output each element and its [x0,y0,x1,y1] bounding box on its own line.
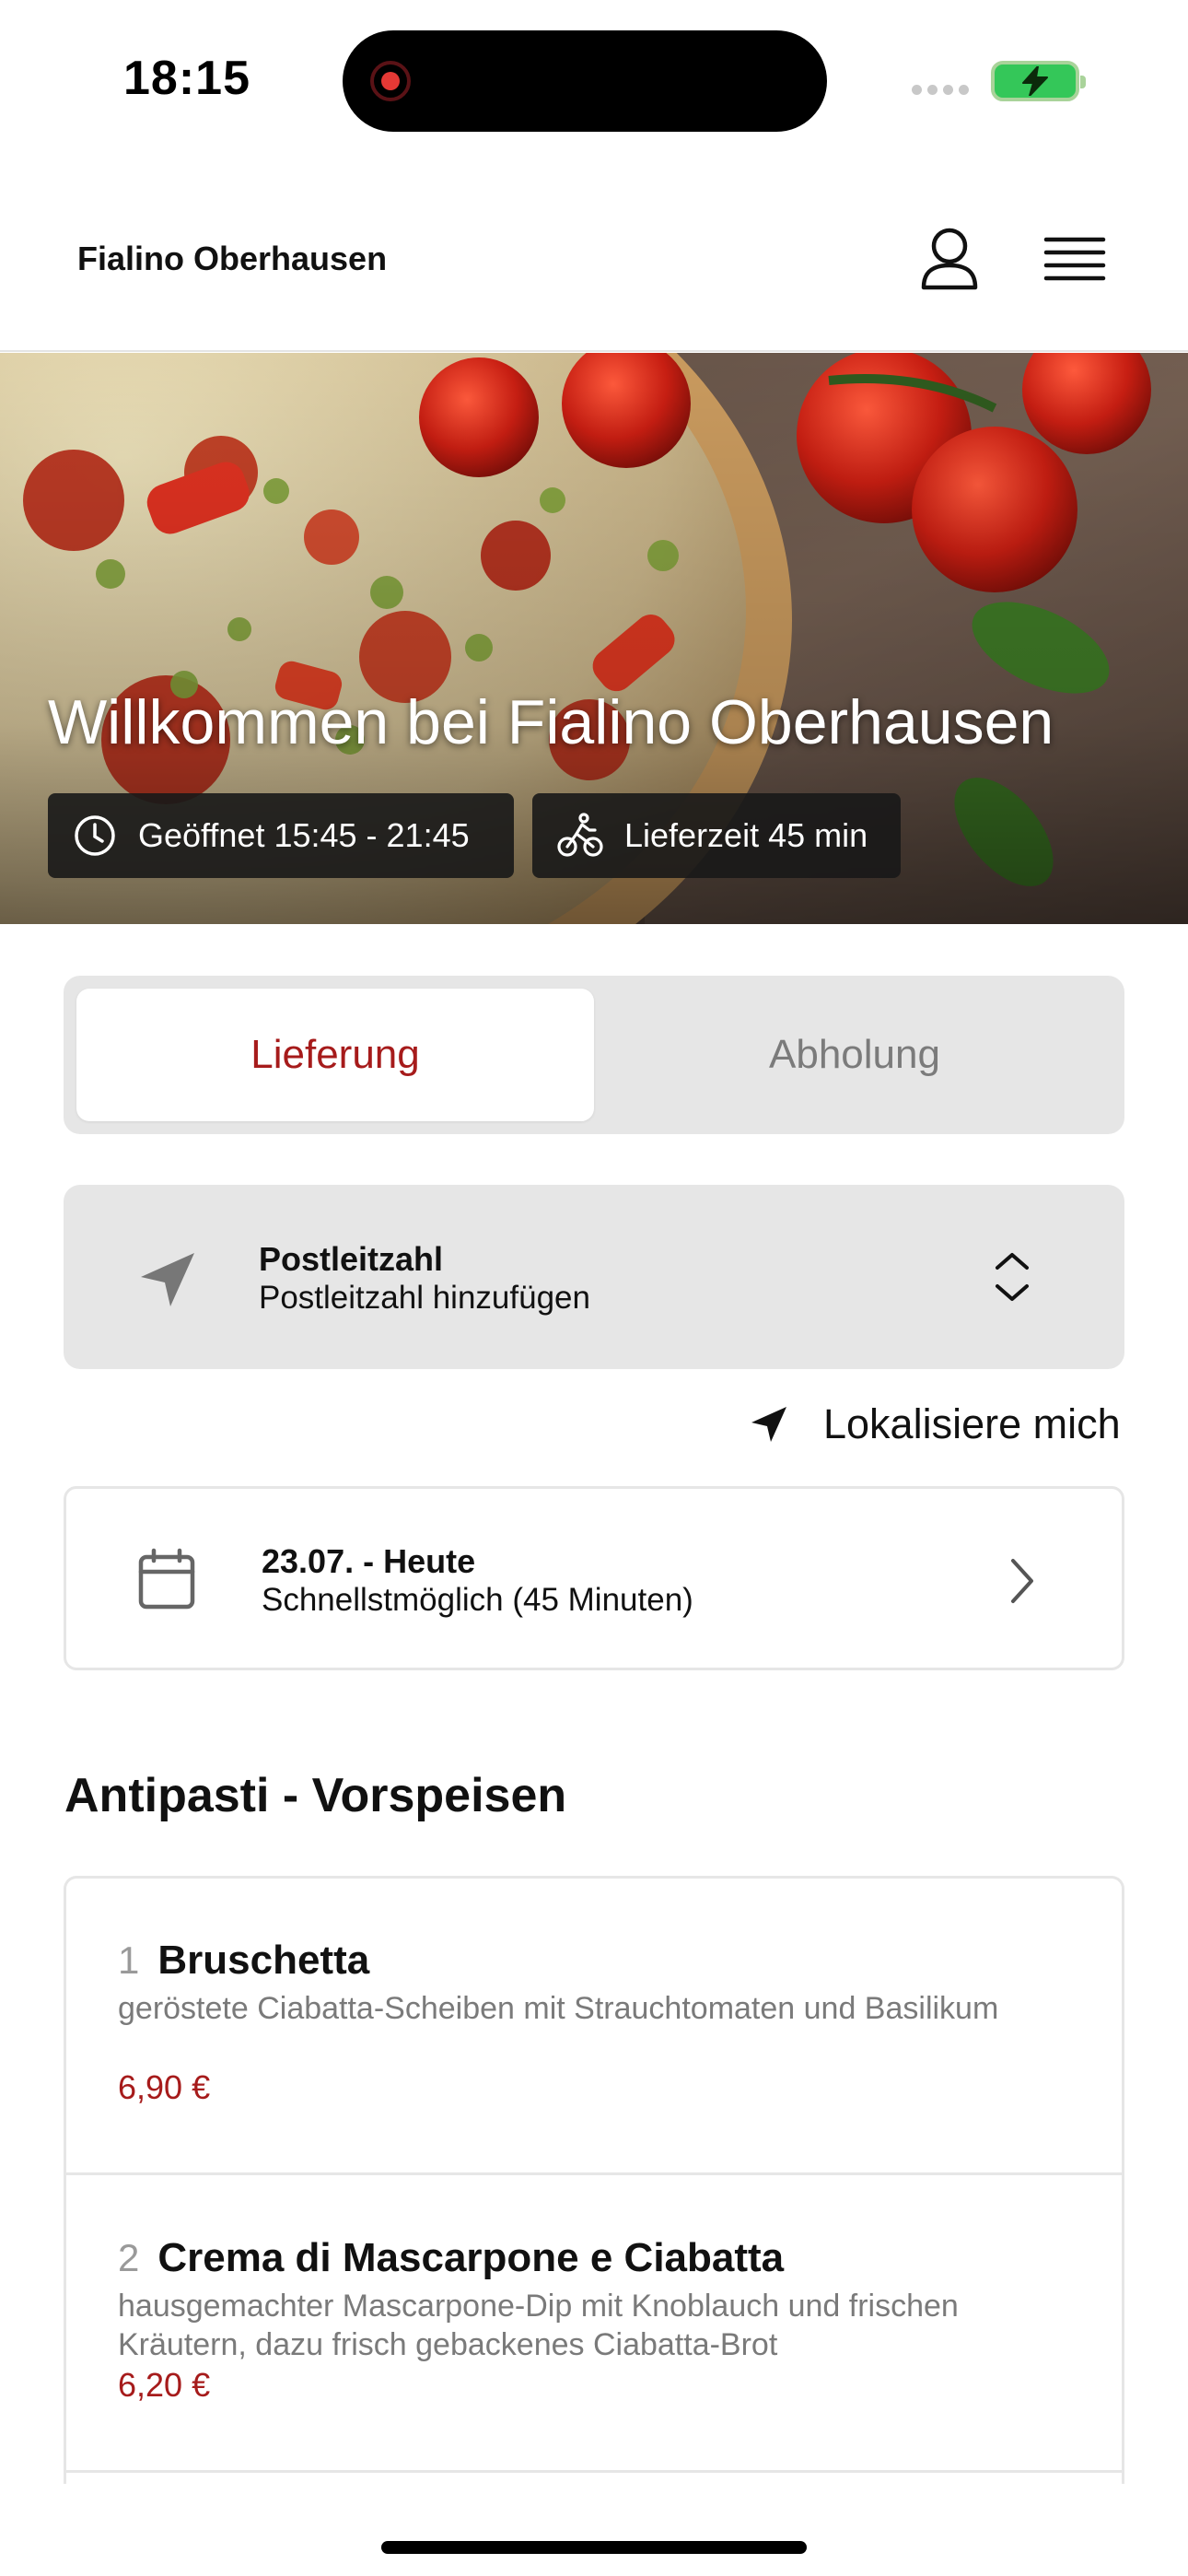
tab-pickup[interactable]: Abholung [596,989,1113,1121]
clock-icon [75,815,115,856]
delivery-date-label: 23.07. - Heute [262,1542,476,1580]
product-number: 2 [118,2236,140,2279]
delivery-time-text: Lieferzeit 45 min [624,816,868,854]
product-list: 1 Bruschetta geröstete Ciabatta-Scheiben… [64,1876,1124,2484]
status-time: 18:15 [123,52,250,105]
recording-indicator-icon [370,61,411,101]
product-item[interactable]: 1 Bruschetta geröstete Ciabatta-Scheiben… [66,1879,1122,2175]
restaurant-name[interactable]: Fialino Oberhausen [77,240,387,278]
category-heading: Antipasti - Vorspeisen [64,1769,567,1822]
product-header: 2 Crema di Mascarpone e Ciabatta [118,2235,784,2281]
hero-banner: Willkommen bei Fialino Oberhausen Geöffn… [0,353,1188,924]
delivery-mode-toggle: Lieferung Abholung [64,976,1124,1134]
menu-button[interactable] [1037,221,1112,297]
product-price: 6,90 € [118,2068,211,2106]
product-item[interactable]: 2 Crema di Mascarpone e Ciabatta hausgem… [66,2176,1122,2473]
postal-code-selector[interactable]: Postleitzahl Postleitzahl hinzufügen [64,1185,1124,1369]
opening-hours-text: Geöffnet 15:45 - 21:45 [138,816,470,854]
calendar-icon [138,1548,195,1610]
bicycle-icon [557,813,603,857]
hero-title: Willkommen bei Fialino Oberhausen [48,687,1054,757]
delivery-time-value: Schnellstmöglich (45 Minuten) [262,1582,693,1618]
product-description: hausgemachter Mascarpone-Dip mit Knoblau… [118,2289,959,2362]
product-header: 1 Bruschetta [118,1938,369,1984]
chevron-right-icon [1011,1559,1033,1603]
profile-icon [921,228,978,290]
hamburger-menu-icon [1043,237,1106,281]
delivery-time-badge: Lieferzeit 45 min [532,793,901,878]
postal-code-placeholder: Postleitzahl hinzufügen [259,1280,590,1316]
app-screen: 18:15 Fialino Oberhausen Willkommen bei … [0,0,1188,2576]
locate-me-button[interactable]: Lokalisiere mich [748,1400,1121,1448]
app-header: Fialino Oberhausen [0,157,1188,352]
home-indicator[interactable] [381,2541,807,2554]
locate-me-label: Lokalisiere mich [823,1400,1121,1447]
delivery-date-selector[interactable]: 23.07. - Heute Schnellstmöglich (45 Minu… [64,1486,1124,1670]
postal-code-label: Postleitzahl [259,1240,444,1278]
signal-icon [912,85,969,95]
product-name: Crema di Mascarpone e Ciabatta [157,2235,785,2280]
location-arrow-icon [141,1253,194,1306]
product-price: 6,20 € [118,2366,211,2404]
product-name: Bruschetta [157,1938,370,1983]
tab-delivery[interactable]: Lieferung [76,989,594,1121]
opening-hours-badge: Geöffnet 15:45 - 21:45 [48,793,514,878]
chevron-up-down-icon [996,1253,1029,1301]
profile-button[interactable] [912,221,987,297]
product-description: geröstete Ciabatta-Scheiben mit Straucht… [118,1991,999,2026]
dynamic-island [343,30,827,132]
product-number: 1 [118,1938,140,1982]
battery-charging-icon [991,61,1086,101]
location-arrow-icon [751,1407,786,1442]
status-bar: 18:15 [0,0,1188,157]
